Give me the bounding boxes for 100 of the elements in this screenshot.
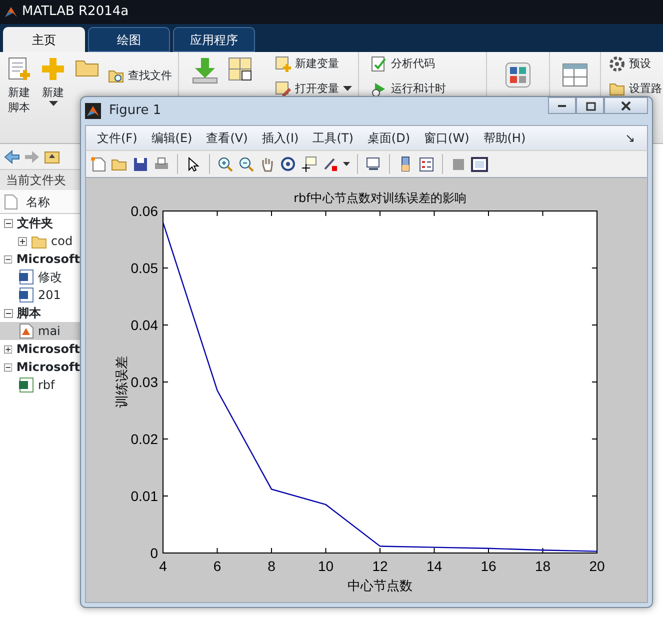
- open-variable-button[interactable]: 打开变量: [295, 80, 339, 97]
- y-tick-label: 0.03: [130, 374, 158, 390]
- zoom-out-icon[interactable]: [238, 156, 255, 173]
- caret-icon[interactable]: [343, 86, 352, 92]
- tree-row[interactable]: 修改: [0, 268, 80, 286]
- close-button[interactable]: [604, 97, 648, 114]
- x-tick-label: 16: [480, 558, 496, 574]
- ribbon-tab[interactable]: 绘图: [88, 27, 170, 52]
- maximize-button[interactable]: [576, 97, 604, 114]
- brush-icon[interactable]: [322, 156, 339, 173]
- x-tick-label: 20: [589, 558, 605, 574]
- find-files-button[interactable]: 查找文件: [128, 68, 172, 84]
- menu-item[interactable]: 桌面(D): [360, 128, 418, 147]
- tree-label: 修改: [38, 269, 62, 286]
- menu-item[interactable]: 查看(V): [199, 128, 255, 147]
- tree-row[interactable]: Microsoft: [0, 340, 80, 358]
- find-folder-icon[interactable]: [108, 69, 124, 84]
- collapse-icon[interactable]: [4, 254, 12, 264]
- file-icon: [4, 194, 18, 210]
- dock-button[interactable]: ↘: [624, 128, 635, 147]
- document-icon: [18, 287, 34, 303]
- menu-item[interactable]: 文件(F): [90, 128, 144, 147]
- ribbon-tab[interactable]: 主页: [3, 27, 85, 52]
- plot-frame-icon[interactable]: [471, 156, 488, 173]
- menu-item[interactable]: 帮助(H): [476, 128, 533, 147]
- window-title: MATLAB R2014a: [22, 3, 129, 22]
- x-tick-label: 12: [372, 558, 388, 574]
- tree-row[interactable]: rbf: [0, 376, 80, 394]
- save-icon[interactable]: [132, 156, 149, 173]
- rotate-icon[interactable]: [280, 156, 297, 173]
- expand-icon[interactable]: [4, 344, 12, 354]
- tree-row[interactable]: 201: [0, 286, 80, 304]
- tree-row[interactable]: Microsoft: [0, 250, 80, 268]
- zoom-in-icon[interactable]: [217, 156, 234, 173]
- y-tick-label: 0.04: [130, 317, 158, 333]
- import-icon[interactable]: [191, 56, 219, 84]
- set-path-button[interactable]: 设置路: [629, 80, 662, 97]
- x-tick-label: 18: [534, 558, 551, 574]
- x-tick-label: 4: [159, 558, 167, 574]
- folder-icon[interactable]: [609, 80, 625, 97]
- tree-label: Microsoft: [16, 341, 80, 358]
- collapse-icon[interactable]: [4, 218, 13, 228]
- new-variable-icon[interactable]: [275, 56, 291, 72]
- panel-title: 当前文件夹: [0, 170, 80, 190]
- tree-row[interactable]: 脚本: [0, 304, 80, 322]
- run-and-time-button[interactable]: 运行和计时: [391, 80, 446, 97]
- tree-row[interactable]: mai: [0, 322, 80, 340]
- y-axis-label: 训练误差: [115, 356, 130, 408]
- gear-icon[interactable]: [609, 56, 625, 72]
- tree-row[interactable]: 文件夹: [0, 214, 80, 232]
- tree-label: Microsoft: [16, 251, 80, 268]
- x-tick-label: 14: [426, 558, 442, 574]
- collapse-icon[interactable]: [4, 362, 12, 372]
- menu-item[interactable]: 插入(I): [254, 128, 306, 147]
- new-button[interactable]: 新建: [42, 86, 64, 101]
- analyze-icon[interactable]: [371, 56, 387, 72]
- tree-label: Microsoft: [16, 359, 80, 376]
- menu-item[interactable]: 工具(T): [306, 128, 360, 147]
- simulink-icon[interactable]: [505, 62, 531, 88]
- legend-icon[interactable]: [418, 156, 435, 173]
- tree-label: 201: [38, 287, 61, 304]
- menu-item[interactable]: 窗口(W): [417, 128, 476, 147]
- open-variable-icon[interactable]: [275, 80, 291, 97]
- caret-icon[interactable]: [48, 100, 58, 106]
- analyze-code-button[interactable]: 分析代码: [391, 56, 435, 72]
- menu-item[interactable]: 编辑(E): [144, 128, 200, 147]
- spreadsheet-icon: [18, 377, 34, 393]
- new-script-button[interactable]: 新建脚本: [6, 86, 32, 116]
- workspace-icon[interactable]: [227, 56, 253, 82]
- matlab-logo-icon: [4, 5, 18, 19]
- minimize-icon: [557, 104, 567, 108]
- figure-title: Figure 1: [109, 102, 162, 120]
- back-arrow-icon[interactable]: [4, 150, 20, 164]
- matlab-logo-icon: [85, 102, 101, 119]
- x-axis-label: 中心节点数: [348, 579, 412, 594]
- new-script-icon[interactable]: [6, 56, 32, 82]
- data-cursor-icon[interactable]: [301, 156, 318, 173]
- tree-label: mai: [38, 323, 60, 340]
- y-tick-label: 0.01: [130, 488, 158, 504]
- preferences-button[interactable]: 预设: [629, 56, 651, 72]
- new-file-icon[interactable]: [90, 156, 107, 173]
- document-icon: [18, 269, 34, 285]
- script-icon: [18, 323, 34, 339]
- ribbon-tab[interactable]: 应用程序: [173, 27, 255, 52]
- tree-row[interactable]: cod: [0, 232, 80, 250]
- up-folder-icon[interactable]: [44, 150, 60, 164]
- x-tick-label: 10: [318, 558, 334, 574]
- link-icon[interactable]: [365, 156, 382, 173]
- close-icon: [619, 100, 633, 112]
- layout-icon[interactable]: [562, 62, 588, 88]
- y-tick-label: 0.06: [130, 203, 158, 219]
- y-tick-label: 0: [150, 545, 158, 561]
- new-variable-button[interactable]: 新建变量: [295, 56, 339, 72]
- chart-title: rbf中心节点数对训练误差的影响: [294, 191, 466, 205]
- minimize-button[interactable]: [548, 97, 576, 114]
- y-tick-label: 0.02: [130, 431, 158, 447]
- x-tick-label: 8: [268, 558, 276, 574]
- collapse-icon[interactable]: [4, 308, 13, 318]
- expand-icon[interactable]: [18, 236, 27, 246]
- tree-row[interactable]: Microsoft: [0, 358, 80, 376]
